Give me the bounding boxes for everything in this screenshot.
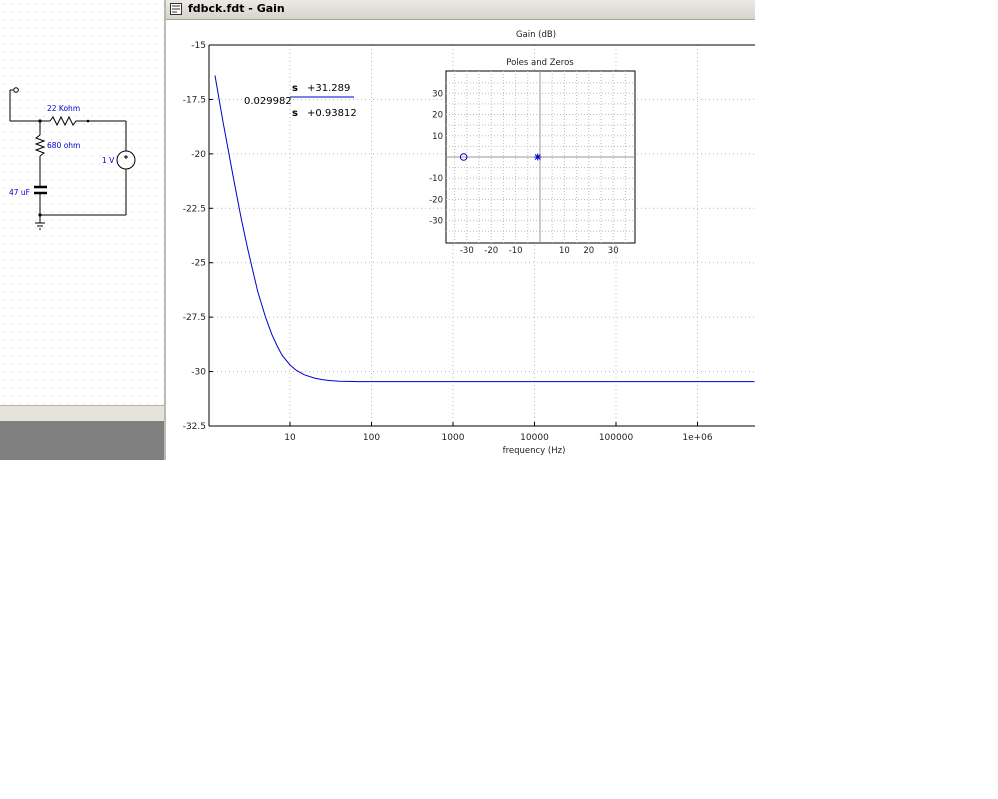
voltage-source — [116, 150, 136, 170]
tf-num-var: s — [292, 83, 298, 94]
y-tick-label: -20 — [191, 150, 206, 160]
resistor-680 — [34, 134, 46, 157]
y-tick-label: -15 — [191, 41, 206, 51]
y-tick-label: -17.5 — [183, 95, 206, 105]
y-tick-label: -22.5 — [183, 204, 206, 214]
y-tick-label: -27.5 — [183, 313, 206, 323]
resistor-22k — [49, 115, 78, 127]
label-680: 680 ohm — [47, 141, 80, 150]
pz-y-tick-label: -20 — [429, 195, 443, 205]
pz-x-tick-label: -30 — [460, 246, 474, 256]
plot-window[interactable]: 10 100 1000 10000 100000 1e+06 -15 -17.5 -20 -22.… — [164, 0, 755, 460]
x-tick-label: 10 — [284, 433, 296, 443]
y-tick-label: -32.5 — [183, 422, 206, 432]
x-tick-label: 10000 — [520, 433, 549, 443]
pole-marker — [534, 153, 542, 161]
chart-title: Gain (dB) — [516, 30, 556, 40]
mdi-background — [0, 421, 164, 460]
gain-plot-svg: 10 100 1000 10000 100000 1e+06 -15 -17.5 -20 -22.… — [183, 30, 755, 456]
label-47uf: 47 uF — [9, 188, 30, 197]
y-tick-label: -30 — [191, 368, 206, 378]
input-terminal — [13, 87, 19, 93]
label-22k: 22 Kohm — [47, 104, 80, 113]
window-titlebar[interactable]: fdbck.fdt - Gain — [166, 0, 755, 20]
label-1v: 1 V — [102, 156, 115, 165]
pz-x-tick-label: 20 — [583, 246, 594, 256]
schematic-panel[interactable]: 22 Kohm 680 ohm 47 uF 1 V — [0, 0, 164, 405]
tf-gain: 0.029982 — [244, 96, 292, 107]
circuit-diagram: 22 Kohm 680 ohm 47 uF 1 V — [9, 87, 136, 230]
window-title: fdbck.fdt - Gain — [188, 2, 285, 15]
pz-y-tick-label: -10 — [429, 174, 443, 184]
y-tick-label: -25 — [191, 259, 206, 269]
x-tick-label: 1e+06 — [682, 433, 713, 443]
pz-x-tick-label: 30 — [608, 246, 619, 256]
pz-y-tick-label: 30 — [432, 89, 443, 99]
pz-y-tick-label: 10 — [432, 132, 443, 142]
pz-title: Poles and Zeros — [506, 58, 574, 68]
tf-num-term: +31.289 — [307, 83, 350, 94]
pz-y-tick-label: -30 — [429, 217, 443, 227]
pz-x-tick-label: -10 — [509, 246, 523, 256]
x-tick-label: 100 — [363, 433, 380, 443]
x-tick-label: 1000 — [442, 433, 465, 443]
pz-x-tick-label: -20 — [484, 246, 498, 256]
pz-y-tick-label: 20 — [432, 111, 443, 121]
horizontal-scrollbar[interactable] — [0, 405, 164, 422]
document-icon — [170, 3, 182, 15]
pz-x-tick-label: 10 — [559, 246, 570, 256]
tf-den-term: +0.93812 — [307, 108, 357, 119]
x-tick-label: 100000 — [599, 433, 634, 443]
tf-den-var: s — [292, 108, 298, 119]
x-axis-label: frequency (Hz) — [503, 446, 566, 456]
